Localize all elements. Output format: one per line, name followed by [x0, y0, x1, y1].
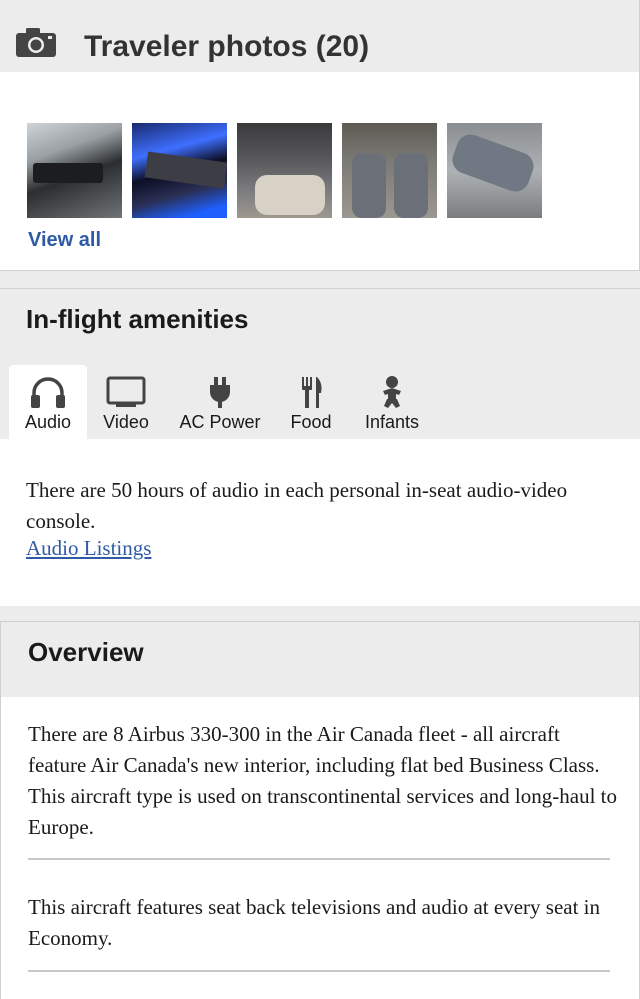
tab-label: AC Power: [179, 412, 261, 432]
divider: [28, 858, 610, 860]
overview-header: Overview: [1, 622, 639, 697]
photo-thumbnail[interactable]: [132, 123, 227, 218]
baby-icon: [383, 376, 401, 408]
view-all-link[interactable]: View all: [28, 229, 101, 252]
tab-label: Video: [103, 412, 149, 432]
amenities-header: In-flight amenities Audio Video AC Power…: [0, 289, 640, 439]
tab-infants[interactable]: Infants: [354, 365, 430, 439]
photo-thumbnail[interactable]: [342, 123, 437, 218]
tab-label: Food: [290, 412, 332, 432]
amenities-title: In-flight amenities: [26, 304, 249, 334]
tab-audio[interactable]: Audio: [9, 365, 87, 439]
audio-listings-container: Audio Listings: [26, 536, 151, 561]
monitor-icon: [106, 376, 146, 407]
tab-label: Audio: [24, 412, 72, 432]
overview-paragraph: This aircraft features seat back televis…: [28, 895, 601, 950]
tab-video[interactable]: Video: [92, 365, 160, 439]
photo-thumbnail[interactable]: [27, 123, 122, 218]
photo-thumbnail[interactable]: [237, 123, 332, 218]
tab-ac-power[interactable]: AC Power: [172, 365, 268, 439]
overview-title: Overview: [28, 637, 144, 667]
overview-paragraph: There are 8 Airbus 330-300 in the Air Ca…: [28, 722, 617, 839]
headphones-icon: [31, 377, 65, 408]
tab-label: Infants: [364, 412, 420, 432]
amenity-description: There are 50 hours of audio in each pers…: [26, 478, 568, 533]
traveler-photos-title: Traveler photos (20): [84, 30, 370, 63]
power-plug-icon: [210, 377, 230, 408]
fork-knife-icon: [302, 377, 322, 408]
overview-panel: Overview There are 8 Airbus 330-300 in t…: [0, 621, 640, 999]
audio-listings-link[interactable]: Audio Listings: [26, 536, 151, 560]
traveler-photos-header: Traveler photos (20): [0, 0, 639, 72]
tab-food[interactable]: Food: [282, 365, 340, 439]
camera-icon: [16, 28, 56, 57]
photo-thumbnail[interactable]: [447, 123, 542, 218]
traveler-photos-panel: Traveler photos (20) View all: [0, 0, 640, 271]
divider: [28, 970, 610, 972]
